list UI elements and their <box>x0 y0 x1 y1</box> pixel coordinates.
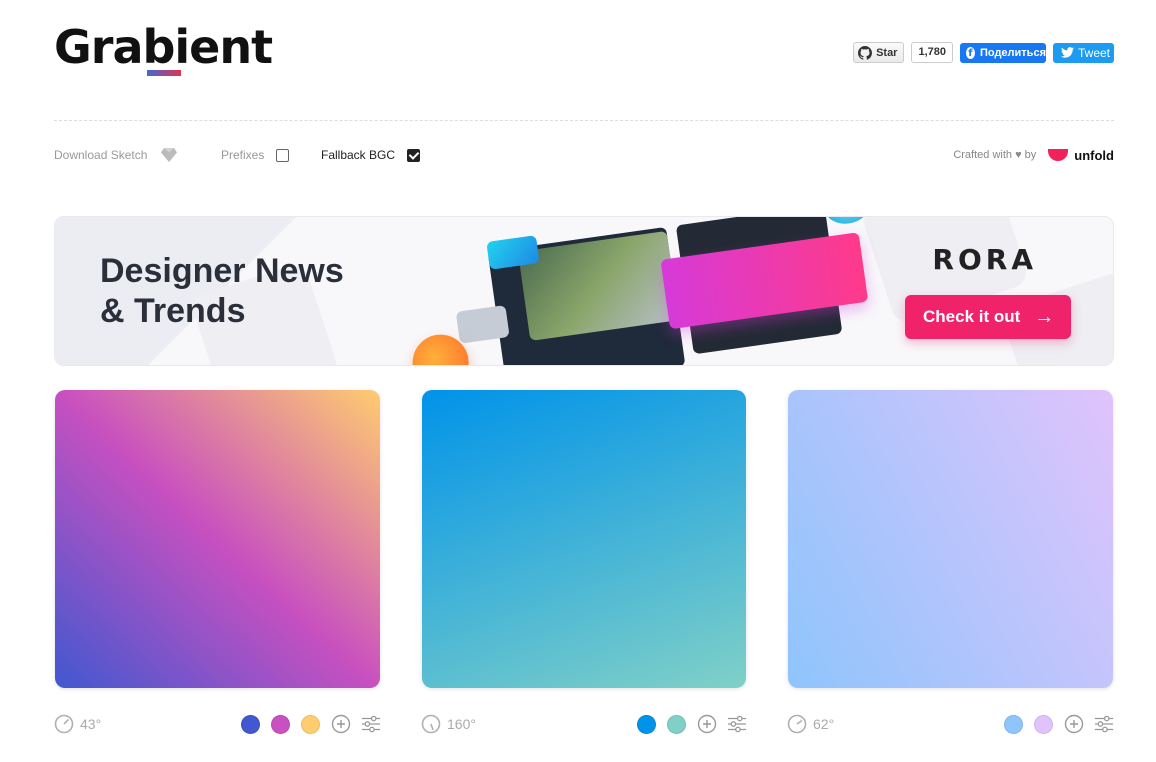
page: Grabient Star 1,780 f Поделиться Tweet D… <box>0 0 1156 762</box>
angle-value: 160° <box>447 716 476 732</box>
angle-dial-icon <box>421 714 441 734</box>
prefixes-label: Prefixes <box>221 148 265 162</box>
fallback-bgc-checkbox[interactable] <box>407 148 421 162</box>
color-swatch[interactable] <box>271 714 290 734</box>
sketch-gem-icon <box>161 148 178 162</box>
check-it-out-button[interactable]: Check it out → <box>905 295 1071 339</box>
angle-control[interactable]: 160° <box>421 714 476 734</box>
crafted-by-text: Crafted with ♥ by <box>953 149 1037 161</box>
banner-title-line2: & Trends <box>100 292 246 330</box>
prefixes-checkbox[interactable] <box>276 148 290 162</box>
color-swatches <box>1004 712 1124 736</box>
download-sketch-label: Download Sketch <box>54 148 148 162</box>
cta-label: Check it out <box>923 307 1021 326</box>
header-divider <box>54 120 1114 121</box>
fallback-bgc-option[interactable]: Fallback BGC <box>321 145 421 165</box>
color-swatches <box>637 712 757 736</box>
github-star-count[interactable]: 1,780 <box>911 42 953 63</box>
color-swatch[interactable] <box>241 714 260 734</box>
tweet-label: Tweet <box>1078 45 1111 60</box>
sliders-icon[interactable] <box>361 714 381 734</box>
color-swatch[interactable] <box>1004 714 1023 734</box>
angle-value: 62° <box>813 716 835 732</box>
color-swatch[interactable] <box>667 714 686 734</box>
color-swatches <box>241 712 391 736</box>
color-swatch[interactable] <box>301 714 320 734</box>
rora-logo: RORA <box>932 243 1037 276</box>
crafted-by: Crafted with ♥ by unfold <box>953 145 1114 165</box>
options-bar: Download Sketch Prefixes Fallback BGC Cr… <box>54 145 1114 165</box>
github-star-label: Star <box>876 46 898 59</box>
tweet-button[interactable]: Tweet <box>1053 42 1114 63</box>
logo-text: Grabient <box>54 20 273 74</box>
gradient-card[interactable] <box>788 390 1113 688</box>
gradient-card[interactable] <box>55 390 380 688</box>
add-color-icon[interactable] <box>331 714 351 734</box>
angle-value: 43° <box>80 716 102 732</box>
unfold-logo-link[interactable]: unfold <box>1048 148 1114 163</box>
facebook-icon: f <box>966 46 975 59</box>
angle-dial-icon <box>787 714 807 734</box>
github-star-button[interactable]: Star <box>853 42 905 63</box>
color-swatch[interactable] <box>637 714 656 734</box>
fallback-bgc-label: Fallback BGC <box>321 148 396 162</box>
add-color-icon[interactable] <box>1064 714 1084 734</box>
unfold-brand: unfold <box>1074 147 1114 163</box>
logo-underline <box>147 70 181 76</box>
angle-control[interactable]: 62° <box>787 714 834 734</box>
logo[interactable]: Grabient <box>54 20 273 76</box>
facebook-share-button[interactable]: f Поделиться <box>960 42 1046 63</box>
angle-dial-icon <box>54 714 74 734</box>
twitter-icon <box>1061 47 1074 58</box>
mock-chat-icon <box>822 217 871 227</box>
banner-title-line1: Designer News <box>100 252 344 290</box>
add-color-icon[interactable] <box>697 714 717 734</box>
download-sketch-link[interactable]: Download Sketch <box>54 145 178 165</box>
social-buttons: Star 1,780 f Поделиться Tweet <box>853 42 1114 63</box>
unfold-mark-icon <box>1048 149 1069 161</box>
facebook-share-label: Поделиться <box>979 46 1046 59</box>
gradient-meta: 43° <box>54 712 382 736</box>
gradient-meta: 62° <box>787 712 1117 736</box>
angle-control[interactable]: 43° <box>54 714 101 734</box>
color-swatch[interactable] <box>1034 714 1053 734</box>
banner-title: Designer News & Trends <box>100 251 344 331</box>
banner-illustration <box>408 217 914 365</box>
gradient-card[interactable] <box>422 390 746 688</box>
sliders-icon[interactable] <box>727 714 747 734</box>
sliders-icon[interactable] <box>1094 714 1114 734</box>
arrow-right-icon: → <box>1034 305 1055 328</box>
gradient-meta: 160° <box>421 712 749 736</box>
ad-banner[interactable]: Designer News & Trends RORA Check it out… <box>54 216 1114 366</box>
github-icon <box>858 45 873 60</box>
prefixes-option[interactable]: Prefixes <box>221 145 290 165</box>
